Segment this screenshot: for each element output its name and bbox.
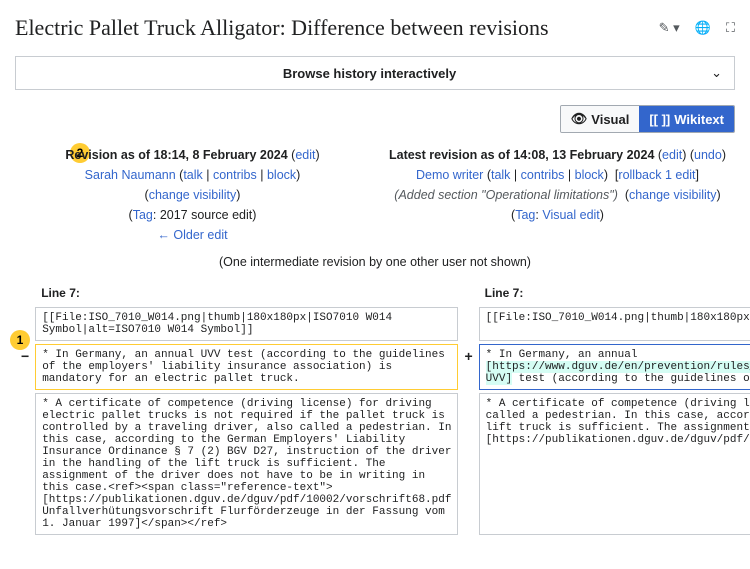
- talk-link[interactable]: talk: [183, 168, 202, 182]
- contribs-link[interactable]: contribs: [213, 168, 257, 182]
- line-number-right: Line 7:: [479, 282, 750, 304]
- browse-history-label: Browse history interactively: [28, 66, 711, 81]
- tag-value-link[interactable]: Visual edit: [542, 208, 599, 222]
- wikitext-label: Wikitext: [674, 112, 724, 127]
- new-rev-heading: Latest revision as of 14:08, 13 February…: [389, 148, 654, 162]
- tag-value: 2017 source edit: [160, 208, 252, 222]
- wikitext-tab[interactable]: [[ ]] Wikitext: [639, 106, 734, 132]
- diff-context-right: * A certificate of competence (driving l…: [479, 393, 750, 535]
- old-rev-edit-link[interactable]: edit: [295, 148, 315, 162]
- fullscreen-icon[interactable]: ⛶: [726, 20, 735, 36]
- old-rev-heading: Revision as of 18:14, 8 February 2024: [65, 148, 287, 162]
- change-visibility-link[interactable]: change visibility: [149, 188, 237, 202]
- line-number-left: Line 7:: [35, 282, 458, 304]
- diff-added-cell: * In Germany, an annual [https://www.dgu…: [479, 344, 750, 390]
- block-link[interactable]: block: [267, 168, 296, 182]
- diff-deleted-cell: * In Germany, an annual UVV test (accord…: [35, 344, 458, 390]
- step-marker-1: 1: [10, 330, 30, 350]
- old-rev-user-link[interactable]: Sarah Naumann: [85, 168, 176, 182]
- undo-link[interactable]: undo: [694, 148, 722, 162]
- new-revision-info: Latest revision as of 14:08, 13 February…: [380, 145, 735, 245]
- old-revision-info: Revision as of 18:14, 8 February 2024 (e…: [15, 145, 370, 245]
- intermediate-note: (One intermediate revision by one other …: [15, 255, 735, 269]
- new-rev-edit-link[interactable]: edit: [662, 148, 682, 162]
- visual-label: Visual: [591, 112, 629, 127]
- chevron-down-icon: ⌄: [711, 65, 722, 81]
- diff-plus-marker: +: [458, 344, 478, 390]
- block-link[interactable]: block: [575, 168, 604, 182]
- older-edit-link[interactable]: ← Older edit: [157, 228, 227, 242]
- brackets-icon: [[ ]]: [649, 112, 670, 127]
- edit-summary: (Added section "Operational limitations"…: [394, 188, 618, 202]
- new-rev-user-link[interactable]: Demo writer: [416, 168, 483, 182]
- eye-icon: 👁: [571, 111, 588, 127]
- rollback-link[interactable]: rollback 1 edit: [618, 168, 695, 182]
- language-icon[interactable]: 🌐: [695, 20, 711, 36]
- talk-link[interactable]: talk: [491, 168, 510, 182]
- diff-context-left: * A certificate of competence (driving l…: [35, 393, 458, 535]
- diff-context-left: [[File:ISO_7010_W014.png|thumb|180x180px…: [35, 307, 458, 341]
- tag-link[interactable]: Tag: [133, 208, 153, 222]
- browse-history-bar[interactable]: Browse history interactively ⌄: [15, 56, 735, 90]
- page-title: Electric Pallet Truck Alligator: Differe…: [15, 15, 649, 41]
- visual-tab[interactable]: 👁 Visual: [561, 106, 640, 132]
- view-toggle: 👁 Visual [[ ]] Wikitext: [560, 105, 735, 133]
- tag-link[interactable]: Tag: [515, 208, 535, 222]
- contribs-link[interactable]: contribs: [521, 168, 565, 182]
- diff-table: Line 7: Line 7: [[File:ISO_7010_W014.png…: [15, 279, 750, 538]
- diff-minus-marker: −: [15, 344, 35, 390]
- diff-context-right: [[File:ISO_7010_W014.png|thumb|180x180px…: [479, 307, 750, 341]
- change-visibility-link[interactable]: change visibility: [629, 188, 717, 202]
- edit-icon[interactable]: ✎ ▾: [659, 20, 680, 36]
